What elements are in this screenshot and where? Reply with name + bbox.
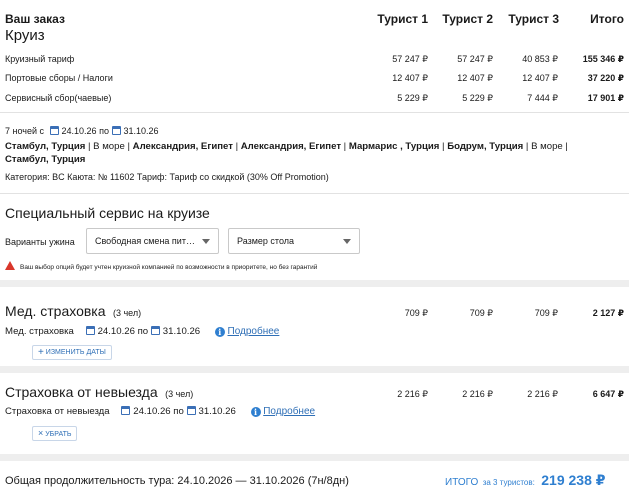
price-cell-total: 155 346 ₽ (582, 54, 624, 64)
col-header-tourist-1: Турист 1 (377, 12, 428, 26)
price-cell: 709 ₽ (534, 308, 558, 318)
price-row-label: Портовые сборы / Налоги (5, 73, 113, 83)
route-line-2: Стамбул, Турция (5, 154, 86, 165)
route-sep: | В море | (85, 141, 133, 152)
cancel-count: (3 чел) (165, 389, 194, 399)
table-size-select[interactable]: Размер стола (228, 228, 360, 254)
chevron-down-icon (343, 239, 351, 244)
dinner-select[interactable]: Свободная смена пит… (86, 228, 219, 254)
price-cell: 7 444 ₽ (527, 93, 558, 103)
warning-icon (5, 261, 15, 270)
calendar-icon (85, 326, 95, 335)
price-cell: 12 407 ₽ (457, 73, 493, 83)
po-label: по (99, 126, 109, 136)
special-service-title: Специальный сервис на круизе (5, 205, 210, 221)
section-separator (0, 280, 629, 287)
date-from: 24.10.26 (97, 326, 135, 337)
date-to: 31.10.26 (123, 126, 159, 136)
date-from: 24.10.26 (133, 406, 171, 417)
change-dates-button[interactable]: + ИЗМЕНИТЬ ДАТЫ (32, 345, 112, 360)
total-value: 219 238 ₽ (541, 472, 606, 488)
price-cell: 5 229 ₽ (462, 93, 493, 103)
calendar-icon (150, 326, 160, 335)
price-cell-total: 17 901 ₽ (587, 93, 624, 103)
remove-button[interactable]: × УБРАТЬ (32, 426, 78, 441)
cancel-sub-row: Страховка от невыезда 24.10.26 по 31.10.… (5, 406, 315, 417)
warning-text: Ваш выбор опций будет учтен круизной ком… (20, 264, 318, 271)
cancel-sub-label: Страховка от невыезда (5, 406, 110, 417)
date-to: 31.10.26 (198, 406, 236, 417)
col-header-total: Итого (590, 12, 624, 26)
section-separator (0, 454, 629, 461)
total-label: ИТОГО (445, 477, 479, 488)
plus-icon: + (38, 347, 44, 358)
date-to: 31.10.26 (162, 326, 201, 337)
calendar-icon (121, 406, 131, 415)
route-port: Александрия, Египет (240, 141, 342, 152)
po-label: по (137, 326, 149, 337)
col-header-tourist-2: Турист 2 (442, 12, 493, 26)
calendar-icon (186, 406, 196, 415)
remove-label: УБРАТЬ (45, 431, 72, 438)
med-insurance-title: Мед. страховка (3 чел) (5, 303, 141, 321)
med-more-link[interactable]: Подробнее (228, 326, 280, 337)
price-cell: 57 247 ₽ (457, 54, 493, 64)
calendar-icon (49, 126, 59, 135)
route-sep: | (341, 141, 349, 152)
cancel-more-link[interactable]: Подробнее (263, 406, 315, 417)
chevron-down-icon (202, 239, 210, 244)
price-cell: 709 ₽ (404, 308, 428, 318)
order-subheading: Круиз (5, 27, 45, 44)
route-sep: | В море | (523, 141, 568, 152)
price-cell: 12 407 ₽ (522, 73, 558, 83)
route-port: Александрия, Египет (132, 141, 233, 152)
price-cell: 5 229 ₽ (397, 93, 428, 103)
price-cell-total: 6 647 ₽ (592, 389, 624, 399)
med-count: (3 чел) (112, 308, 142, 318)
tour-duration: Общая продолжительность тура: 24.10.2026… (5, 475, 349, 487)
total-for: за 3 туристов: (482, 478, 535, 487)
cancel-insurance-title: Страховка от невыезда (3 чел) (5, 384, 193, 402)
dinner-select-value: Свободная смена пит… (95, 236, 195, 246)
dinner-label: Варианты ужина (5, 237, 75, 247)
order-heading: Ваш заказ (5, 12, 65, 26)
route-port: Мармарис , Турция (348, 141, 440, 152)
change-dates-label: ИЗМЕНИТЬ ДАТЫ (45, 349, 106, 356)
col-header-tourist-3: Турист 3 (508, 12, 559, 26)
divider (0, 112, 629, 113)
section-separator (0, 366, 629, 373)
price-cell-total: 2 127 ₽ (592, 308, 624, 318)
warning-note: Ваш выбор опций будет учтен круизной ком… (5, 261, 317, 271)
date-from: 24.10.26 (61, 126, 97, 136)
price-cell: 57 247 ₽ (392, 54, 428, 64)
cabin-details: Категория: BC Каюта: № 11602 Тариф: Тари… (5, 172, 329, 182)
price-row-label: Сервисный сбор(чаевые) (5, 93, 112, 103)
route-port: Стамбул, Турция (5, 141, 86, 152)
price-cell: 12 407 ₽ (392, 73, 428, 83)
cruise-dates: 7 ночей с 24.10.26 по 31.10.26 (5, 126, 159, 136)
po-label: по (173, 406, 184, 417)
price-cell: 2 216 ₽ (397, 389, 428, 399)
route-port: Бодрум, Турция (447, 141, 524, 152)
grand-total: ИТОГО за 3 туристов: 219 238 ₽ (445, 472, 606, 490)
med-title: Мед. страховка (5, 303, 106, 319)
info-icon: i (250, 407, 261, 417)
price-cell: 40 853 ₽ (522, 54, 558, 64)
med-sub-label: Мед. страховка (5, 326, 74, 337)
table-size-select-value: Размер стола (237, 236, 295, 246)
info-icon: i (214, 327, 225, 337)
price-cell: 2 216 ₽ (462, 389, 493, 399)
route-line-1: Стамбул, Турция | В море | Александрия, … (5, 141, 568, 152)
price-cell: 2 216 ₽ (527, 389, 558, 399)
calendar-icon (111, 126, 121, 135)
price-cell-total: 37 220 ₽ (587, 73, 624, 83)
route-sep: | (232, 141, 241, 152)
close-icon: × (38, 428, 44, 438)
med-sub-row: Мед. страховка 24.10.26 по 31.10.26 i По… (5, 326, 279, 337)
price-row-label: Круизный тариф (5, 54, 75, 64)
nights-label: 7 ночей с (5, 126, 45, 136)
divider (0, 193, 629, 194)
cancel-title: Страховка от невыезда (5, 384, 158, 400)
price-cell: 709 ₽ (469, 308, 493, 318)
